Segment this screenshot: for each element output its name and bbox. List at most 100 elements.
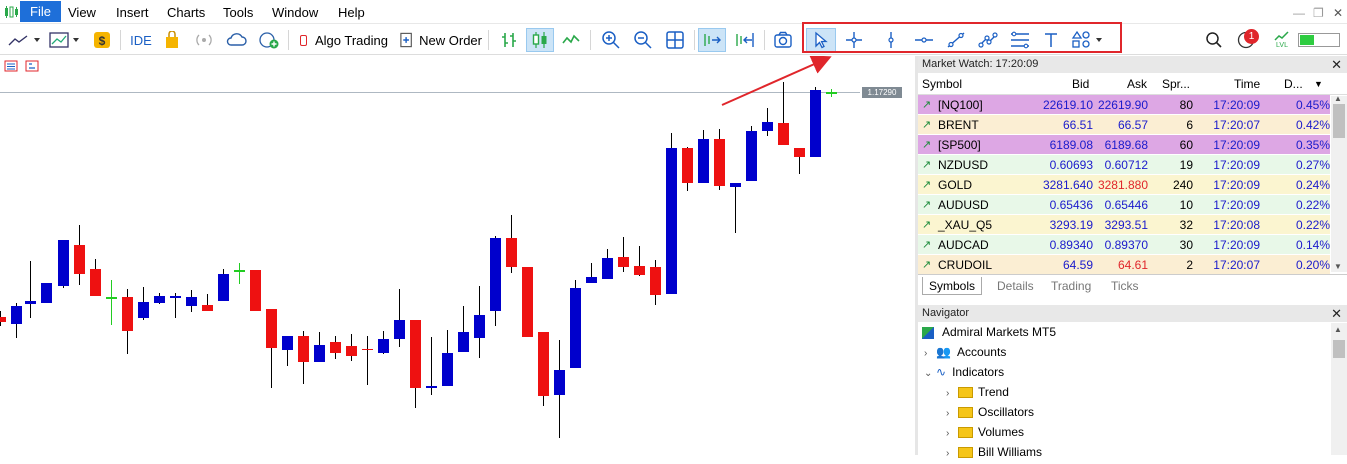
nav-folder-oscillators[interactable]: › Oscillators	[946, 402, 1034, 422]
zoom-in-button[interactable]	[598, 28, 624, 52]
notification-count-badge: 1	[1244, 29, 1259, 44]
candlestick-button[interactable]	[526, 28, 554, 52]
col-spread[interactable]: Spr...	[1162, 77, 1190, 91]
minimize-icon[interactable]: —	[1293, 6, 1305, 20]
candle	[138, 287, 149, 320]
ask-cell: 66.57	[1117, 118, 1148, 132]
col-ask[interactable]: Ask	[1127, 77, 1147, 91]
menu-charts[interactable]: Charts	[163, 4, 209, 21]
candle	[362, 336, 373, 385]
algo-trading-button[interactable]: Algo Trading	[296, 28, 388, 52]
tab-trading[interactable]: Trading	[1045, 277, 1097, 295]
chevron-right-icon: ›	[946, 448, 950, 459]
columns-dropdown-icon[interactable]: ▼	[1314, 79, 1323, 89]
market-watch-row[interactable]: ↗ NZDUSD 0.60693 0.60712 19 17:20:09 0.27%	[918, 155, 1330, 175]
trend-up-icon: ↗	[922, 259, 932, 271]
candle	[506, 215, 517, 273]
chart-template-button[interactable]	[48, 28, 84, 52]
market-watch-row[interactable]: ↗ [NQ100] 22619.10 22619.90 80 17:20:09 0.45%	[918, 95, 1330, 115]
candle	[25, 261, 36, 318]
scroll-up-icon[interactable]: ▲	[1334, 325, 1342, 334]
market-watch-header: Symbol Bid Ask Spr... Time D... ▼	[918, 73, 1347, 95]
menu-file[interactable]: File	[20, 1, 61, 22]
nav-folder-trend[interactable]: › Trend	[946, 382, 1009, 402]
close-icon[interactable]: ✕	[1331, 56, 1342, 73]
signals-button[interactable]	[192, 28, 216, 52]
line-chart-button[interactable]	[558, 28, 584, 52]
scroll-down-icon[interactable]: ▼	[1334, 262, 1342, 271]
candle	[218, 269, 229, 301]
chevron-right-icon: ›	[946, 388, 950, 399]
market-watch-row[interactable]: ↗ BRENT 66.51 66.57 6 17:20:07 0.42%	[918, 115, 1330, 135]
nav-root-item[interactable]: Admiral Markets MT5	[922, 322, 1056, 342]
navigator-scrollbar[interactable]: ▲	[1331, 323, 1347, 455]
scroll-thumb[interactable]	[1333, 340, 1345, 358]
nav-indicators-label: Indicators	[952, 365, 1005, 379]
vps-button[interactable]	[224, 28, 248, 52]
bid-cell: 0.65436	[1049, 198, 1093, 212]
folder-icon	[958, 427, 973, 439]
market-watch-row[interactable]: ↗ AUDUSD 0.65436 0.65446 10 17:20:09 0.22%	[918, 195, 1330, 215]
ask-cell: 6189.68	[1104, 138, 1148, 152]
time-cell: 17:20:09	[1213, 138, 1260, 152]
menu-window[interactable]: Window	[268, 4, 322, 21]
scroll-up-icon[interactable]: ▲	[1334, 94, 1342, 103]
nav-item-accounts[interactable]: › 👥 Accounts	[924, 342, 1006, 362]
candle	[570, 280, 581, 368]
restore-icon[interactable]: ❐	[1313, 6, 1324, 20]
close-icon[interactable]: ✕	[1331, 305, 1342, 322]
market-watch-row[interactable]: ↗ _XAU_Q5 3293.19 3293.51 32 17:20:08 0.22%	[918, 215, 1330, 235]
menu-help[interactable]: Help	[334, 4, 369, 21]
main-toolbar: $ IDE Algo Trading New Order 1 LVL	[0, 25, 1347, 55]
scroll-thumb[interactable]	[1333, 104, 1345, 138]
change-cell: 0.24%	[1295, 178, 1330, 192]
menu-view[interactable]: View	[64, 4, 100, 21]
zoom-out-button[interactable]	[630, 28, 656, 52]
signal-strength-indicator	[1297, 28, 1341, 52]
signal-broadcast-icon	[196, 34, 212, 46]
metatrader-logo-icon	[5, 6, 18, 18]
nav-folder-bill-williams[interactable]: › Bill Williams	[946, 442, 1042, 462]
market-watch-row[interactable]: ↗ AUDCAD 0.89340 0.89370 30 17:20:09 0.14%	[918, 235, 1330, 255]
tab-details[interactable]: Details	[991, 277, 1040, 295]
market-watch-row[interactable]: ↗ [SP500] 6189.08 6189.68 60 17:20:09 0.35%	[918, 135, 1330, 155]
bar-chart-button[interactable]	[496, 28, 522, 52]
market-watch-row[interactable]: ↗ CRUDOIL 64.59 64.61 2 17:20:07 0.20%	[918, 255, 1330, 275]
chart-shift-button[interactable]	[730, 28, 758, 52]
trend-up-icon: ↗	[922, 159, 932, 171]
nav-item-indicators[interactable]: ⌄ ∿ Indicators	[924, 362, 1004, 382]
market-button[interactable]: $	[90, 28, 114, 52]
candle	[106, 280, 117, 325]
level-button[interactable]: LVL	[1270, 28, 1294, 52]
tab-symbols[interactable]: Symbols	[922, 277, 983, 295]
screenshot-button[interactable]	[770, 28, 796, 52]
close-window-icon[interactable]: ✕	[1333, 6, 1343, 20]
chart-type-button[interactable]	[6, 28, 44, 52]
candle	[826, 89, 837, 97]
col-change[interactable]: D...	[1284, 77, 1303, 91]
col-bid[interactable]: Bid	[1072, 77, 1089, 91]
ide-button[interactable]: IDE	[128, 28, 154, 52]
trend-up-icon: ↗	[922, 119, 932, 131]
new-order-button[interactable]: New Order	[396, 28, 482, 52]
nav-folder-volumes[interactable]: › Volumes	[946, 422, 1024, 442]
col-time[interactable]: Time	[1234, 77, 1260, 91]
search-button[interactable]	[1202, 28, 1226, 52]
symbol-cell: [NQ100]	[938, 98, 983, 112]
market-watch-scrollbar[interactable]: ▲ ▼	[1331, 94, 1347, 272]
folder-label: Oscillators	[978, 405, 1035, 419]
menu-insert[interactable]: Insert	[112, 4, 153, 21]
tab-ticks[interactable]: Ticks	[1105, 277, 1145, 295]
hosting-button[interactable]	[256, 28, 282, 52]
admiral-logo-icon	[922, 326, 934, 339]
market-bag-button[interactable]	[160, 28, 184, 52]
menu-tools[interactable]: Tools	[219, 4, 257, 21]
chart-area[interactable]: 1.17290	[0, 56, 915, 455]
tile-windows-button[interactable]	[662, 28, 688, 52]
auto-scroll-button[interactable]	[698, 28, 726, 52]
col-symbol[interactable]: Symbol	[922, 77, 962, 91]
trend-up-icon: ↗	[922, 199, 932, 211]
notifications-button[interactable]: 1	[1234, 28, 1262, 52]
candle	[442, 330, 453, 386]
market-watch-row[interactable]: ↗ GOLD 3281.640 3281.880 240 17:20:09 0.24%	[918, 175, 1330, 195]
